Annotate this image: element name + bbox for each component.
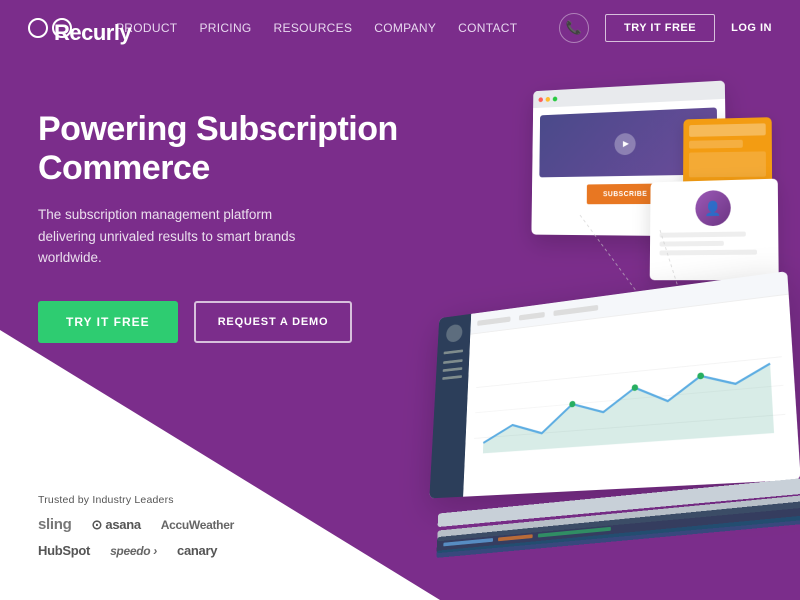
- profile-avatar: 👤: [695, 190, 730, 226]
- sidebar-item-2: [443, 359, 463, 364]
- dashboard-panel: [429, 271, 800, 498]
- hero-subtitle: The subscription management platform del…: [38, 204, 318, 269]
- chart-fill: [483, 364, 774, 454]
- hero-illustration: ▶ SUBSCRIBE 👤: [380, 30, 800, 570]
- orange-card-box: [689, 151, 766, 177]
- orange-card: [683, 117, 772, 188]
- request-demo-button[interactable]: REQUEST A DEMO: [194, 301, 353, 343]
- navigation: Recurly PRODUCT PRICING RESOURCES COMPAN…: [0, 0, 800, 56]
- play-button: ▶: [614, 132, 635, 154]
- nav-login-button[interactable]: LOG IN: [731, 22, 772, 34]
- profile-card: 👤: [650, 179, 779, 281]
- logo-text: Recurly: [52, 18, 72, 38]
- nav-company[interactable]: COMPANY: [374, 21, 436, 35]
- profile-line-1: [660, 232, 746, 238]
- trusted-section: Trusted by Industry Leaders sling ⊙ asan…: [38, 494, 234, 568]
- orange-line-1: [689, 123, 766, 137]
- nav-try-free-button[interactable]: TRY IT FREE: [605, 14, 715, 42]
- logos-row-1: sling ⊙ asana AccuWeather: [38, 516, 234, 533]
- hero-content: Powering Subscription Commerce The subsc…: [38, 110, 398, 343]
- phone-icon[interactable]: 📞: [559, 13, 589, 43]
- layer3-bar2: [498, 534, 533, 541]
- nav-right: 📞 TRY IT FREE LOG IN: [559, 13, 772, 43]
- sling-logo: sling: [38, 516, 72, 533]
- profile-line-3: [659, 250, 757, 256]
- browser-dot-red: [538, 97, 542, 102]
- chart-svg: [472, 306, 789, 487]
- nav-links: PRODUCT PRICING RESOURCES COMPANY CONTAC…: [116, 19, 517, 37]
- logo-icon: [28, 18, 48, 38]
- nav-contact[interactable]: CONTACT: [458, 21, 517, 35]
- browser-dot-green: [553, 96, 558, 101]
- header-bar-2: [519, 311, 545, 320]
- hero-buttons: TRY IT FREE REQUEST A DEMO: [38, 301, 398, 343]
- orange-line-2: [689, 140, 742, 149]
- header-bar-1: [477, 316, 510, 326]
- subscribe-label: SUBSCRIBE: [603, 190, 647, 197]
- canary-logo: canary: [177, 543, 217, 558]
- play-icon: ▶: [623, 139, 629, 148]
- sidebar-item-3: [443, 367, 463, 372]
- try-free-button[interactable]: TRY IT FREE: [38, 301, 178, 343]
- hero-title: Powering Subscription Commerce: [38, 110, 398, 188]
- profile-line-2: [660, 241, 724, 247]
- speedo-logo: speedo ›: [110, 544, 157, 558]
- hubspot-logo: HubSpot: [38, 543, 90, 558]
- orange-card-content: [683, 117, 772, 183]
- logos-row-2: HubSpot speedo › canary: [38, 543, 234, 558]
- profile-lines: [659, 231, 768, 255]
- nav-resources[interactable]: RESOURCES: [274, 21, 353, 35]
- sidebar-avatar: [446, 324, 463, 343]
- sidebar-item-1: [444, 349, 464, 354]
- trusted-label: Trusted by Industry Leaders: [38, 494, 234, 506]
- nav-pricing[interactable]: PRICING: [199, 21, 251, 35]
- sidebar-item-4: [442, 375, 462, 380]
- profile-icon: 👤: [704, 200, 721, 217]
- browser-dot-yellow: [546, 96, 551, 101]
- header-bar-3: [553, 304, 598, 315]
- asana-logo: ⊙ asana: [92, 517, 141, 533]
- accuweather-logo: AccuWeather: [161, 518, 234, 532]
- logo[interactable]: Recurly: [28, 18, 76, 38]
